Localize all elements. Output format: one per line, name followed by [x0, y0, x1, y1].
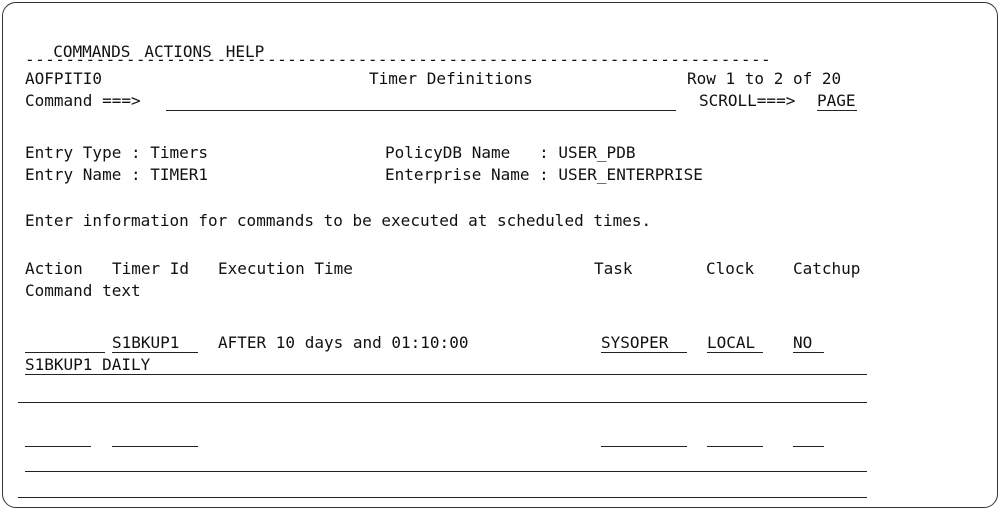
- row1-task-value: SYSOPER: [601, 333, 669, 352]
- scroll-input[interactable]: PAGE: [817, 91, 857, 111]
- row2-task-input[interactable]: [601, 427, 687, 447]
- row2-command-text-input[interactable]: [25, 452, 867, 472]
- col-action: Action: [25, 259, 83, 278]
- row1-task-input[interactable]: SYSOPER: [601, 333, 687, 353]
- col-execution-time: Execution Time: [218, 259, 353, 278]
- row1-clock-input[interactable]: LOCAL: [707, 333, 763, 353]
- row-info: Row 1 to 2 of 20: [687, 69, 842, 88]
- col-catchup: Catchup: [793, 259, 861, 278]
- col-task: Task: [594, 259, 633, 278]
- col-timer-id: Timer Id: [112, 259, 190, 278]
- row1-execution-time: AFTER 10 days and 01:10:00: [218, 333, 469, 352]
- row1-command-text-input[interactable]: S1BKUP1 DAILY: [25, 355, 867, 375]
- row1-action-input[interactable]: [25, 333, 105, 353]
- entry-name: Entry Name : TIMER1: [25, 165, 209, 184]
- col-command-text: Command text: [25, 281, 141, 300]
- entry-type: Entry Type : Timers: [25, 143, 209, 162]
- row1-command-text-continuation[interactable]: [18, 402, 867, 403]
- policydb-name: PolicyDB Name : USER_PDB: [385, 143, 636, 162]
- row2-action-input[interactable]: [25, 427, 91, 447]
- scroll-label: SCROLL===>: [699, 91, 796, 110]
- row1-clock-value: LOCAL: [707, 333, 756, 352]
- scroll-input-value: PAGE: [817, 91, 856, 110]
- row1-timer-id-input[interactable]: S1BKUP1: [112, 333, 198, 353]
- row2-timer-id-input[interactable]: [112, 427, 198, 447]
- menu-separator: ----------------------------------------…: [25, 50, 772, 69]
- row1-catchup-value: NO: [793, 333, 813, 352]
- row2-catchup-input[interactable]: [793, 427, 824, 447]
- row1-timer-id-value: S1BKUP1: [112, 333, 180, 352]
- panel-id: AOFPITI0: [25, 69, 103, 88]
- enterprise-name: Enterprise Name : USER_ENTERPRISE: [385, 165, 703, 184]
- row2-command-text-continuation[interactable]: [18, 497, 867, 498]
- row1-catchup-input[interactable]: NO: [793, 333, 824, 353]
- instruction-text: Enter information for commands to be exe…: [25, 211, 652, 230]
- row2-clock-input[interactable]: [707, 427, 763, 447]
- row1-command-text-value: S1BKUP1 DAILY: [25, 355, 151, 374]
- page-title: Timer Definitions: [369, 69, 533, 88]
- command-input[interactable]: [166, 91, 676, 111]
- command-label: Command ===>: [25, 91, 141, 110]
- col-clock: Clock: [706, 259, 755, 278]
